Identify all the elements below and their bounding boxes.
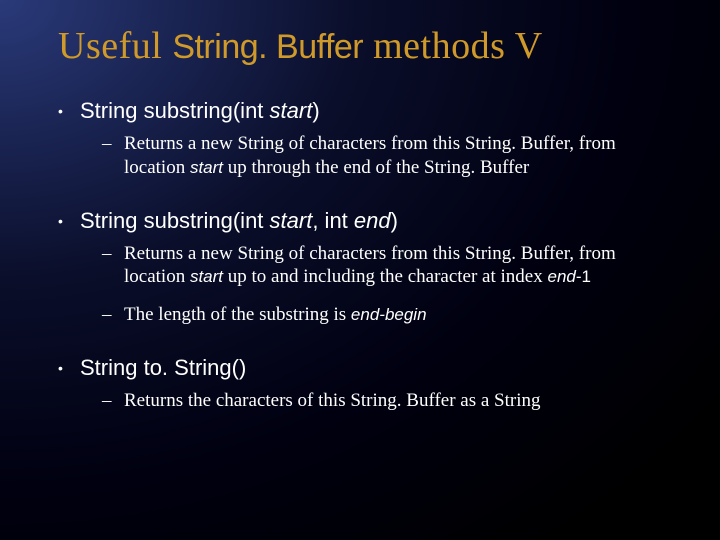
method-signature: String to. String() xyxy=(80,355,246,381)
sig-param: end xyxy=(354,208,391,233)
dash-icon: – xyxy=(102,243,124,265)
list-item: • String substring(int start) – Returns … xyxy=(58,98,680,180)
list-item: – The length of the substring is end-beg… xyxy=(102,303,680,327)
sig-text: ) xyxy=(391,208,398,233)
sig-text: String to. String() xyxy=(80,355,246,380)
slide: Useful String. Buffer methods V • String… xyxy=(0,0,720,540)
sub-text: The length of the substring is end-begin xyxy=(124,303,427,327)
sub-text: Returns a new String of characters from … xyxy=(124,132,680,180)
desc-param: end-begin xyxy=(351,305,427,324)
list-item: – Returns a new String of characters fro… xyxy=(102,242,680,290)
sub-text: Returns a new String of characters from … xyxy=(124,242,680,290)
desc-param: end xyxy=(547,267,575,286)
list-item: – Returns a new String of characters fro… xyxy=(102,132,680,180)
sub-text: Returns the characters of this String. B… xyxy=(124,389,541,413)
method-signature: String substring(int start) xyxy=(80,98,320,124)
title-pre: Useful xyxy=(58,25,172,67)
list-item: – Returns the characters of this String.… xyxy=(102,389,680,413)
method-signature: String substring(int start, int end) xyxy=(80,208,398,234)
list-item: • String to. String() – Returns the char… xyxy=(58,355,680,413)
method-heading: • String substring(int start, int end) xyxy=(58,208,680,234)
sub-list: – Returns the characters of this String.… xyxy=(102,389,680,413)
bullet-icon: • xyxy=(58,213,80,229)
desc-text: up to and including the character at ind… xyxy=(223,266,547,287)
dash-icon: – xyxy=(102,390,124,412)
sub-list: – Returns a new String of characters fro… xyxy=(102,132,680,180)
title-post: methods V xyxy=(363,25,543,67)
sig-text: String substring(int xyxy=(80,208,270,233)
desc-param: start xyxy=(190,158,223,177)
desc-text: Returns the characters of this String. B… xyxy=(124,390,541,411)
bullet-list: • String substring(int start) – Returns … xyxy=(48,98,680,413)
bullet-icon: • xyxy=(58,360,80,376)
slide-title: Useful String. Buffer methods V xyxy=(58,24,680,68)
sig-param: start xyxy=(270,98,313,123)
desc-text: The length of the substring is xyxy=(124,304,351,325)
desc-param: start xyxy=(190,267,223,286)
sig-param: start xyxy=(270,208,313,233)
sub-list: – Returns a new String of characters fro… xyxy=(102,242,680,327)
dash-icon: – xyxy=(102,133,124,155)
sig-text: ) xyxy=(312,98,319,123)
method-heading: • String to. String() xyxy=(58,355,680,381)
title-mono: String. Buffer xyxy=(172,28,363,66)
dash-icon: – xyxy=(102,304,124,326)
method-heading: • String substring(int start) xyxy=(58,98,680,124)
sig-text: String substring(int xyxy=(80,98,270,123)
bullet-icon: • xyxy=(58,103,80,119)
sig-text: , int xyxy=(312,208,354,233)
desc-text: -1 xyxy=(576,267,591,286)
desc-text: up through the end of the String. Buffer xyxy=(223,157,529,178)
list-item: • String substring(int start, int end) –… xyxy=(58,208,680,327)
